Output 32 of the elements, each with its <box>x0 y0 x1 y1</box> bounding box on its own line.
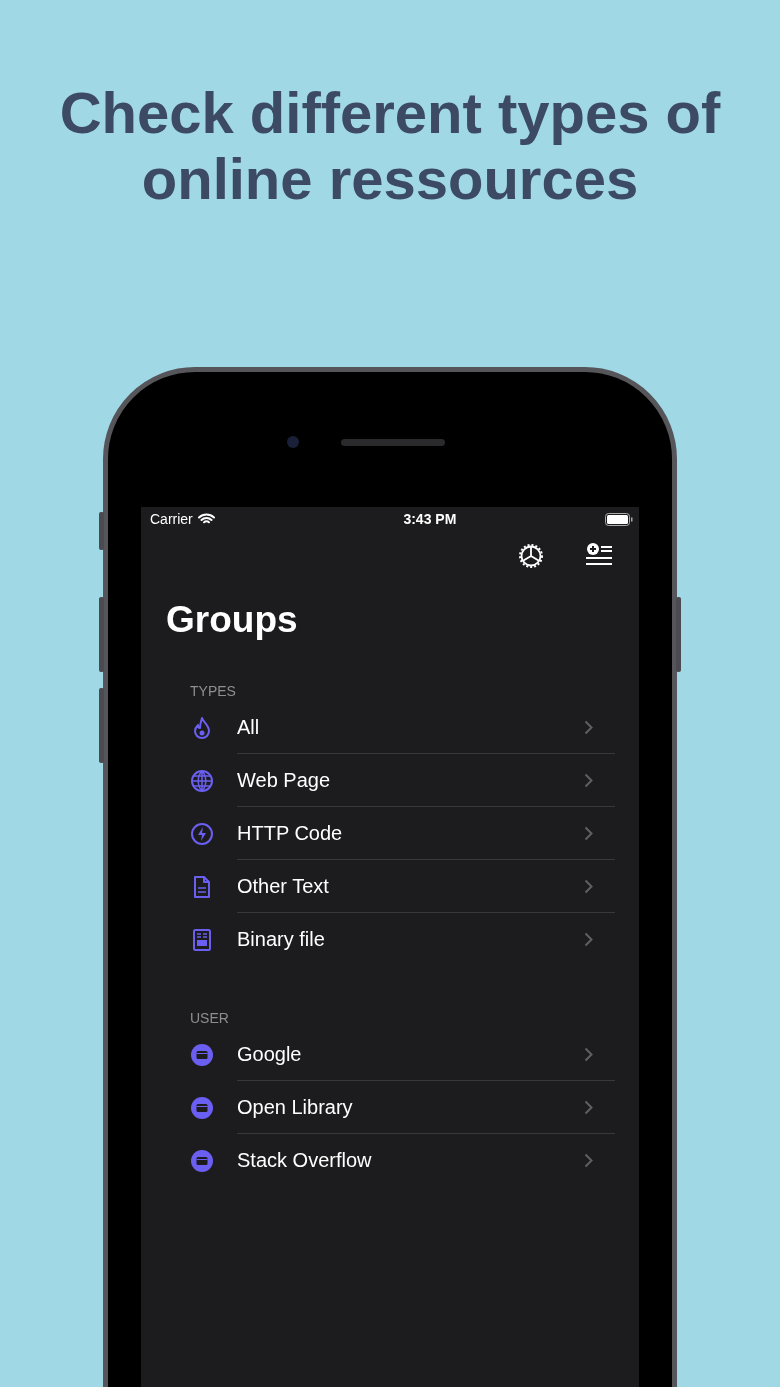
image-file-icon <box>190 927 214 952</box>
bolt-icon <box>190 821 214 846</box>
globe-icon <box>190 768 214 793</box>
section-header: TYPES <box>189 682 237 701</box>
folder-icon <box>190 1148 214 1173</box>
chevron-icon <box>584 719 593 735</box>
group-row[interactable]: All <box>141 701 615 754</box>
chevron-icon <box>584 1099 593 1115</box>
wifi-icon <box>197 513 215 525</box>
chevron-icon <box>584 932 593 947</box>
group-row[interactable]: Binary file <box>141 913 615 966</box>
group-row[interactable]: Other Text <box>141 860 615 913</box>
chevron-icon <box>584 772 593 788</box>
camera-icon <box>287 436 299 448</box>
section-header: USER <box>189 1009 230 1028</box>
carrier-label: Carrier <box>150 511 193 527</box>
chevron-icon <box>584 825 593 841</box>
battery-icon <box>605 512 633 526</box>
status-time: 3:43 PM <box>403 511 457 527</box>
chevron-icon <box>584 1046 593 1062</box>
folder-icon <box>190 1095 214 1120</box>
headline: Check different types of online ressources <box>58 79 722 212</box>
group-row[interactable]: Google <box>141 1028 615 1081</box>
chevron-icon <box>584 878 593 894</box>
chevron-icon <box>584 1153 593 1168</box>
group-row[interactable]: HTTP Code <box>141 807 615 860</box>
folder-icon <box>190 1042 214 1067</box>
page-title: Groups <box>165 598 299 642</box>
group-row[interactable]: Open Library <box>141 1081 615 1134</box>
settings-icon[interactable] <box>516 541 546 571</box>
group-row[interactable]: Web Page <box>141 754 615 807</box>
group-row[interactable]: Stack Overflow <box>141 1134 615 1187</box>
